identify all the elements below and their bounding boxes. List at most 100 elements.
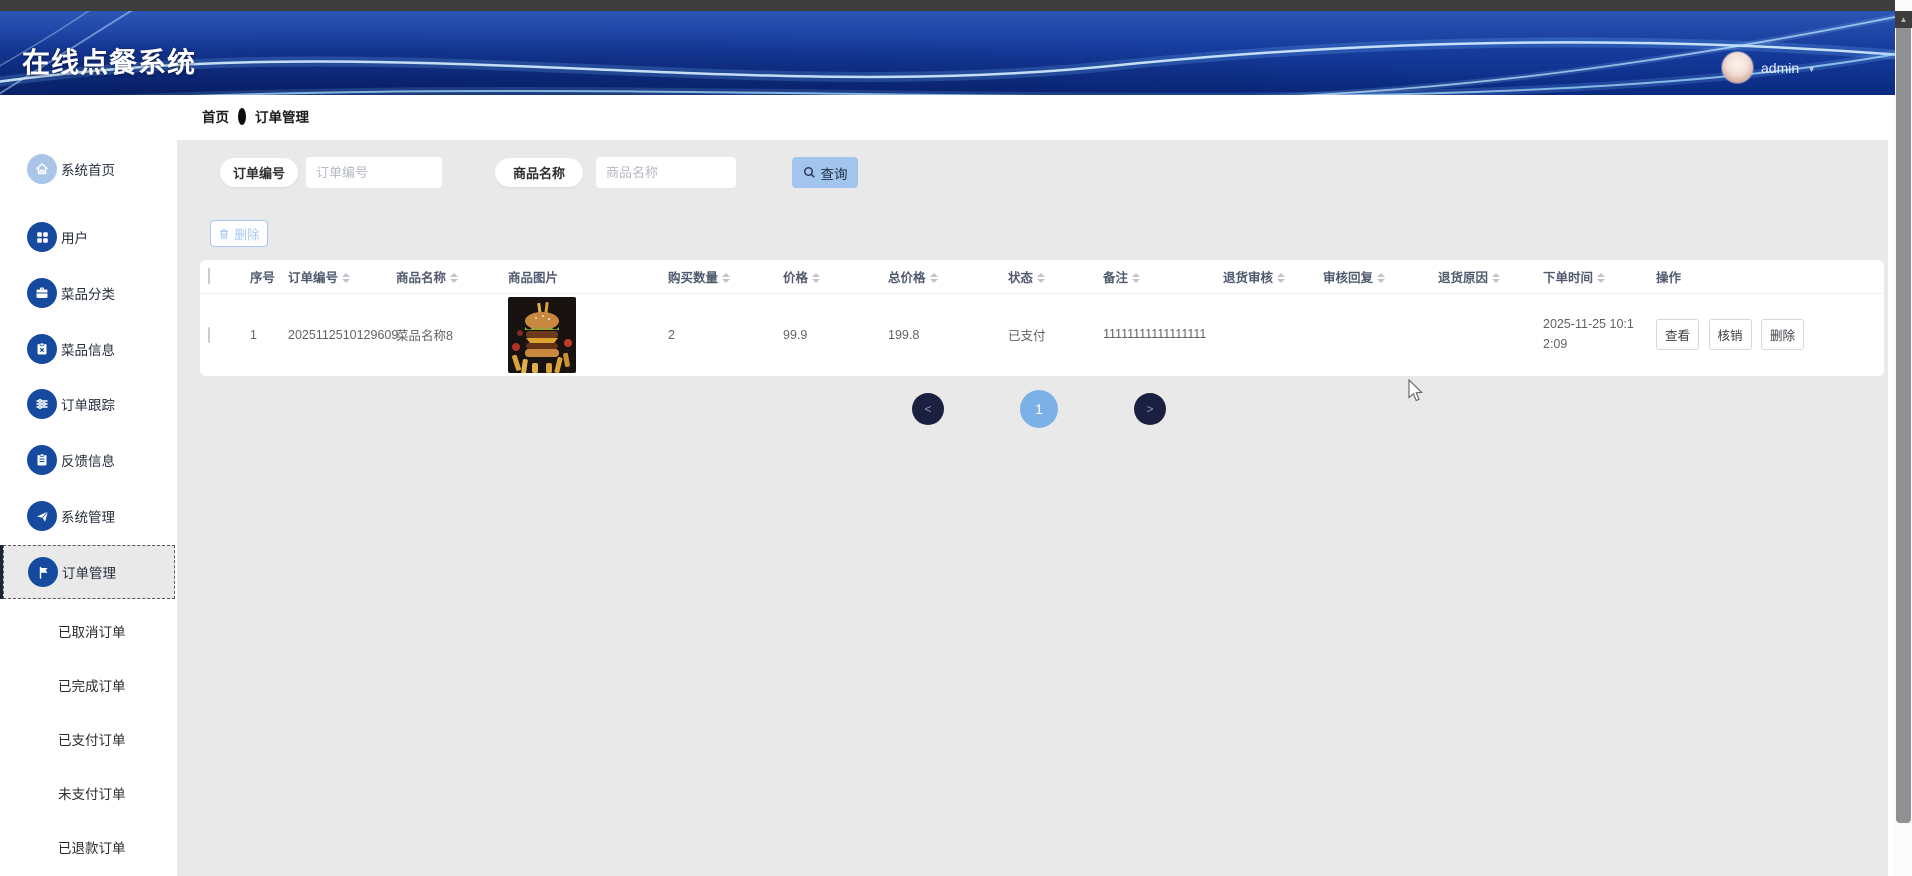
col-return-reason: 退货原因	[1430, 260, 1535, 294]
sidebar: 系统首页 用户 菜品分类 菜品信息 订单跟踪 反馈信息 系统管理 订单管理 已取…	[0, 95, 177, 876]
banner-swoosh-graphics	[0, 11, 1895, 95]
sort-icon[interactable]	[929, 273, 938, 284]
avatar[interactable]	[1722, 52, 1753, 83]
col-actions: 操作	[1648, 260, 1884, 294]
sort-icon[interactable]	[1132, 273, 1141, 284]
scrollbar-up-arrow[interactable]: ▲	[1895, 11, 1912, 28]
delete-button-label: 删除	[234, 228, 260, 242]
cell-price: 99.9	[783, 327, 808, 342]
trash-icon	[220, 229, 229, 239]
browser-top-strip	[0, 0, 1912, 11]
sidebar-subitem-refunded-orders[interactable]: 已退款订单	[58, 837, 126, 857]
sort-icon[interactable]	[450, 273, 459, 284]
category-icon	[27, 278, 57, 308]
query-button[interactable]: 查询	[792, 157, 858, 188]
order-no-input[interactable]	[306, 157, 442, 188]
dish-info-icon	[27, 334, 57, 364]
pagination-next-button[interactable]: >	[1134, 393, 1166, 425]
cell-actions: 查看 核销 删除	[1648, 293, 1884, 376]
cell-review-reply	[1315, 293, 1430, 376]
col-review-reply: 审核回复	[1315, 260, 1430, 294]
sidebar-item-feedback[interactable]: 反馈信息	[0, 438, 177, 482]
breadcrumb-home[interactable]: 首页	[202, 106, 229, 126]
table-row: 1 2025112510129609 菜品名称8 2 99.9 199.8 已支…	[200, 293, 1884, 376]
cell-remark: 11111111111111111	[1103, 327, 1207, 342]
sidebar-item-label: 菜品信息	[61, 343, 115, 358]
sidebar-subitem-paid-orders[interactable]: 已支付订单	[58, 729, 126, 749]
sidebar-subitem-completed-orders[interactable]: 已完成订单	[58, 675, 126, 695]
dish-photo	[508, 296, 576, 373]
cell-quantity: 2	[668, 327, 675, 342]
user-menu[interactable]: admin ▼	[1722, 52, 1816, 83]
row-checkbox[interactable]	[208, 326, 210, 343]
sort-icon[interactable]	[1277, 273, 1286, 284]
sort-icon[interactable]	[1377, 273, 1386, 284]
flag-icon	[28, 557, 58, 587]
col-total-price: 总价格	[880, 260, 1000, 294]
sort-icon[interactable]	[342, 273, 351, 284]
mouse-cursor	[1408, 379, 1424, 402]
col-order-no: 订单编号	[280, 260, 388, 294]
cell-product-name: 菜品名称8	[396, 329, 453, 344]
app-header-banner: 在线点餐系统 admin ▼	[0, 11, 1895, 95]
system-manage-icon	[27, 501, 57, 531]
col-remark: 备注	[1095, 260, 1215, 294]
sidebar-item-home[interactable]: 系统首页	[0, 147, 177, 191]
sidebar-item-label: 菜品分类	[61, 287, 115, 302]
col-status: 状态	[1000, 260, 1095, 294]
product-name-input[interactable]	[596, 157, 736, 188]
cell-total-price: 199.8	[888, 327, 920, 342]
col-quantity: 购买数量	[660, 260, 775, 294]
sidebar-item-order-tracking[interactable]: 订单跟踪	[0, 382, 177, 426]
user-name: admin	[1761, 59, 1800, 76]
pagination-prev-button[interactable]: <	[912, 393, 944, 425]
cell-return-review	[1215, 293, 1315, 376]
app-window: 在线点餐系统 admin ▼ 系统首页 用户 菜品分类 菜品信息 订单跟踪 反馈…	[0, 0, 1912, 876]
cell-order-no: 2025112510129609	[288, 327, 399, 342]
orders-table: 序号 订单编号 商品名称 商品图片 购买数量 价格 总价格 状态 备注 退货审核…	[200, 260, 1884, 376]
sort-icon[interactable]	[1597, 273, 1606, 284]
sidebar-item-label: 用户	[61, 231, 88, 246]
sidebar-item-dish-info[interactable]: 菜品信息	[0, 327, 177, 371]
sort-icon[interactable]	[722, 273, 731, 284]
order-no-label: 订单编号	[220, 158, 298, 187]
col-price: 价格	[775, 260, 880, 294]
content-panel: 订单编号 商品名称 查询 删除	[177, 140, 1888, 876]
query-button-label: 查询	[820, 166, 848, 182]
sidebar-item-system-manage[interactable]: 系统管理	[0, 494, 177, 538]
chevron-down-icon: ▼	[1807, 63, 1817, 74]
col-product-image: 商品图片	[500, 260, 660, 294]
delete-button[interactable]: 删除	[210, 220, 268, 247]
sidebar-item-order-manage[interactable]: 订单管理	[3, 545, 175, 599]
sidebar-item-users[interactable]: 用户	[0, 215, 177, 259]
page-title: 在线点餐系统	[22, 47, 197, 78]
vertical-scrollbar[interactable]: ▲	[1895, 0, 1912, 876]
sidebar-subitem-cancelled-orders[interactable]: 已取消订单	[58, 621, 126, 641]
cell-return-reason	[1430, 293, 1535, 376]
col-return-review: 退货审核	[1215, 260, 1315, 294]
sidebar-item-dish-category[interactable]: 菜品分类	[0, 271, 177, 315]
cell-order-time: 2025-11-25 10:12:09	[1543, 317, 1634, 351]
sort-icon[interactable]	[812, 273, 821, 284]
sidebar-item-label: 系统管理	[61, 510, 115, 525]
row-delete-button[interactable]: 删除	[1761, 319, 1805, 351]
verify-button[interactable]: 核销	[1708, 319, 1752, 351]
sort-icon[interactable]	[1037, 273, 1046, 284]
select-all-checkbox[interactable]	[208, 268, 210, 285]
feedback-icon	[27, 445, 57, 475]
breadcrumb-separator	[238, 107, 246, 125]
users-icon	[27, 222, 57, 252]
sidebar-subitem-unpaid-orders[interactable]: 未支付订单	[58, 783, 126, 803]
home-icon	[27, 154, 57, 184]
scrollbar-thumb[interactable]	[1896, 28, 1911, 823]
col-order-time: 下单时间	[1535, 260, 1648, 294]
cell-product-image	[500, 293, 660, 376]
view-button[interactable]: 查看	[1656, 319, 1700, 351]
pagination-page-1[interactable]: 1	[1020, 390, 1058, 428]
sidebar-item-label: 反馈信息	[61, 454, 115, 469]
order-track-icon	[27, 389, 57, 419]
breadcrumb: 首页 订单管理	[202, 106, 309, 126]
sort-icon[interactable]	[1492, 273, 1501, 284]
search-icon	[803, 167, 815, 178]
sidebar-item-label: 订单跟踪	[61, 398, 115, 413]
